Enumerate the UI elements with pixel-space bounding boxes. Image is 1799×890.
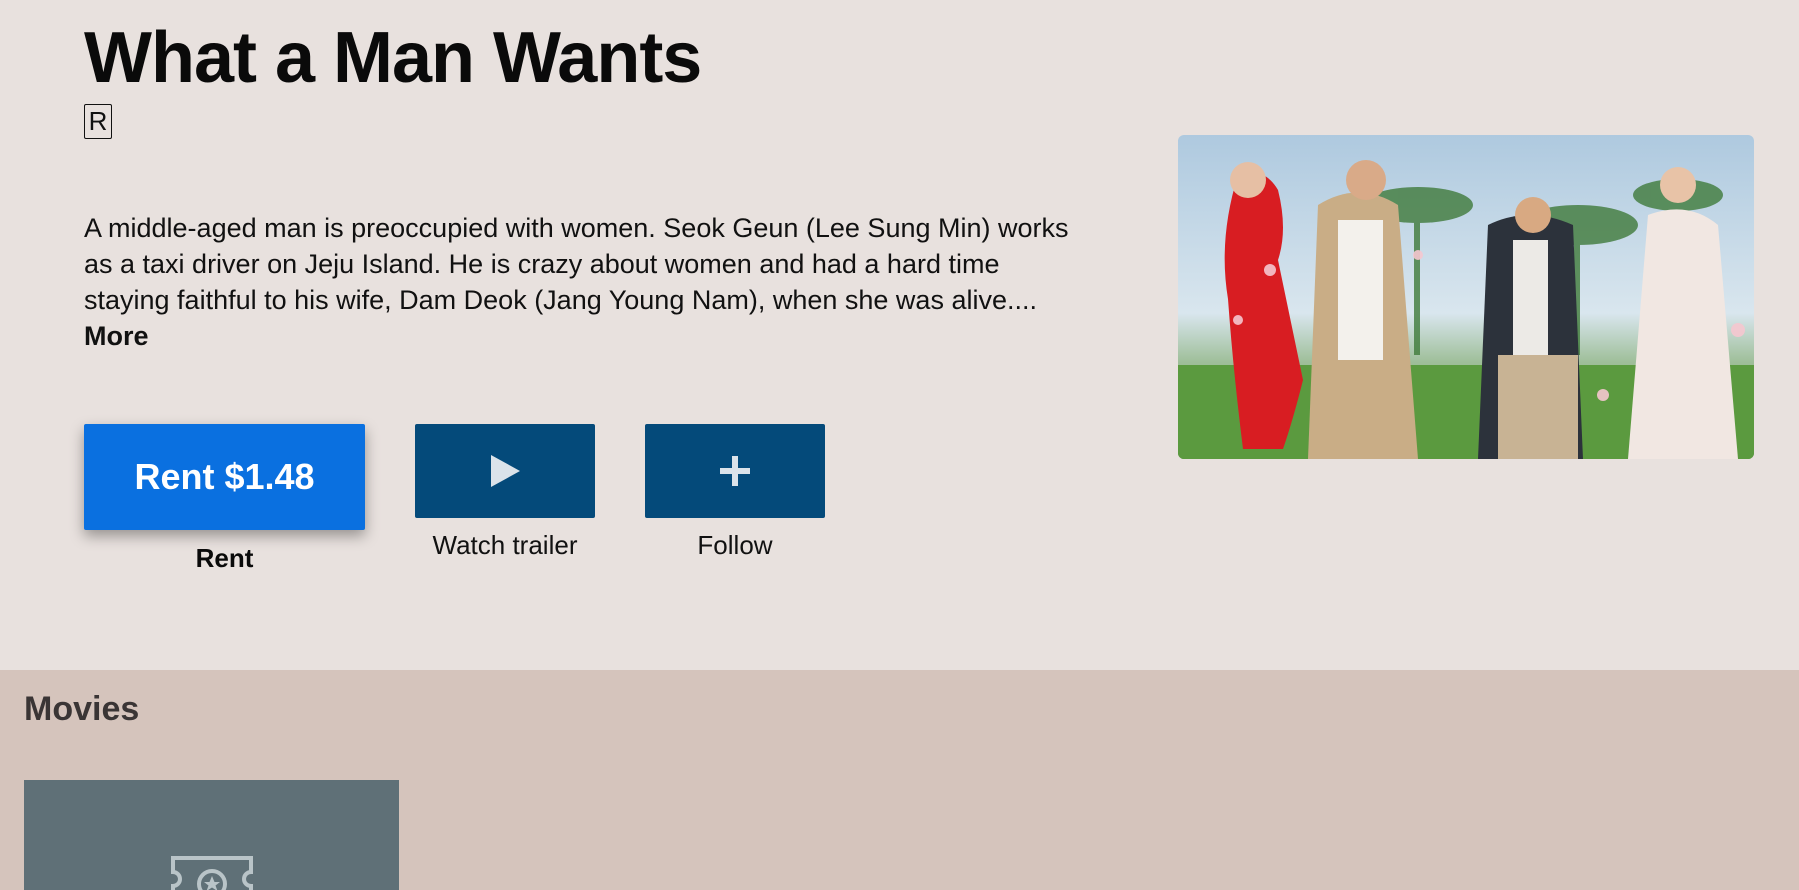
- play-icon: [491, 455, 520, 487]
- description-text: A middle-aged man is preoccupied with wo…: [84, 213, 1069, 315]
- movie-description[interactable]: A middle-aged man is preoccupied with wo…: [84, 210, 1084, 354]
- ticket-icon: [171, 856, 253, 890]
- movie-detail-page: What a Man Wants R A middle-aged man is …: [0, 0, 1799, 890]
- movie-still-image: [1178, 135, 1754, 459]
- follow-button[interactable]: [645, 424, 825, 518]
- movie-tile[interactable]: [24, 780, 399, 890]
- plus-icon: [720, 456, 750, 486]
- watch-trailer-label: Watch trailer: [432, 530, 578, 560]
- watch-trailer-button[interactable]: [415, 424, 595, 518]
- movie-hero: What a Man Wants R A middle-aged man is …: [0, 0, 1799, 670]
- rent-button[interactable]: Rent $1.48: [84, 424, 365, 530]
- movie-title: What a Man Wants: [84, 18, 702, 98]
- follow-label: Follow: [697, 530, 773, 560]
- rent-label: Rent: [195, 543, 254, 573]
- movies-shelf: Movies: [0, 670, 1799, 890]
- rating-badge: R: [84, 104, 112, 139]
- more-link[interactable]: More: [84, 321, 149, 351]
- shelf-title: Movies: [24, 690, 140, 728]
